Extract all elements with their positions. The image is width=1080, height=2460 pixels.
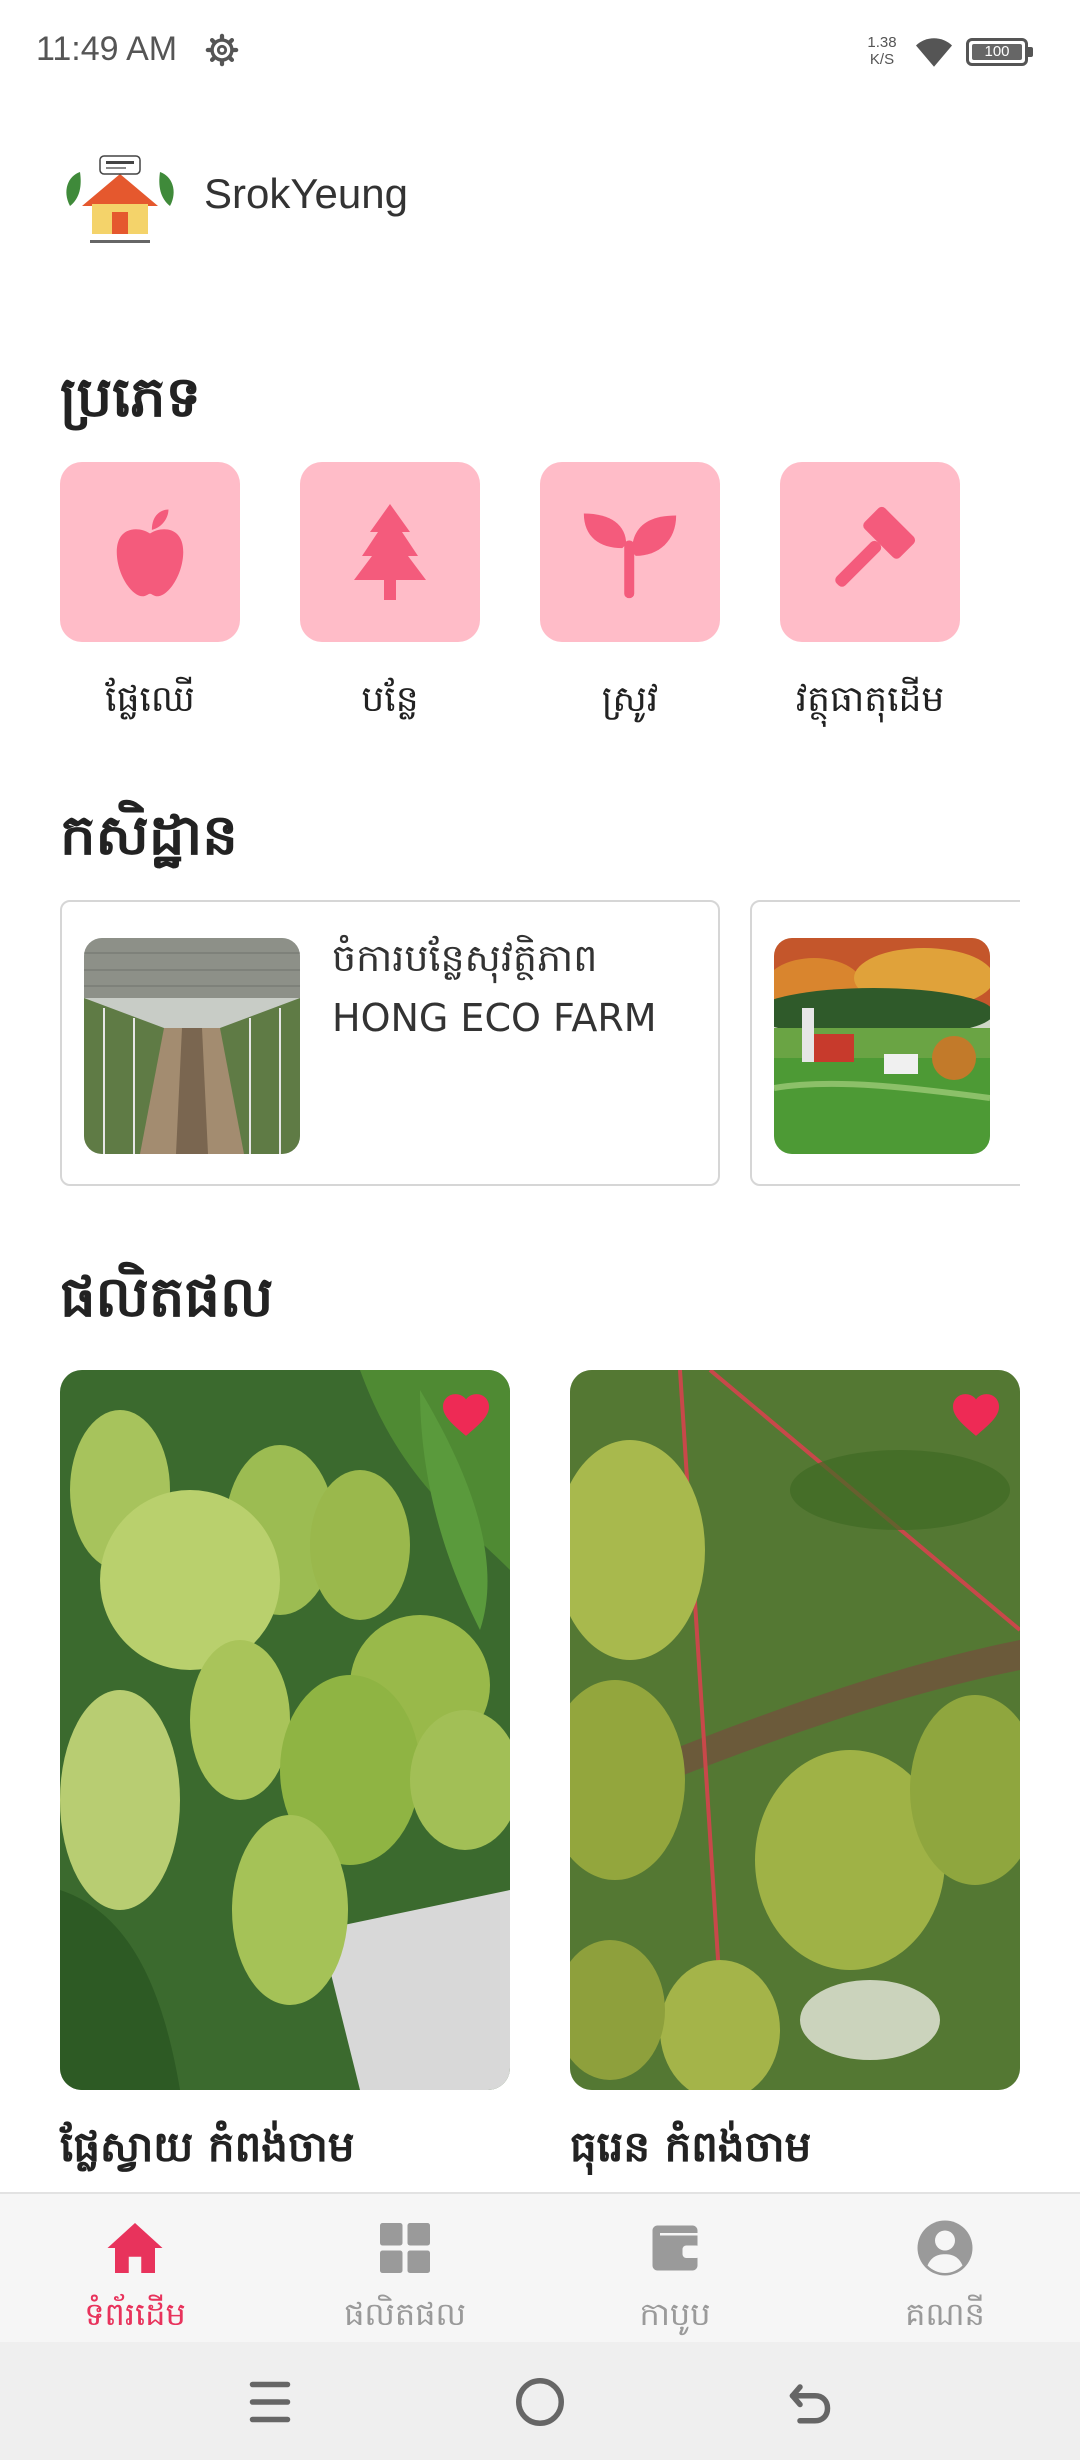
category-label: ស្រូវ — [601, 679, 659, 720]
farm-name: ចំការបន្លែសុវត្ថិភាព HONG ECO FARM — [332, 936, 657, 1040]
bottom-navigation: ទំព័រដើម ផលិតផល កាបូប គណនី — [0, 2192, 1080, 2344]
nav-home[interactable]: ទំព័រដើម — [0, 2194, 270, 2344]
nav-account[interactable]: គណនី — [810, 2194, 1080, 2344]
hammer-icon — [835, 506, 916, 587]
products-title: ផលិតផល — [60, 1265, 274, 1330]
apple-icon — [116, 509, 184, 597]
status-time: 11:49 AM — [36, 30, 178, 68]
nav-wallet[interactable]: កាបូប — [540, 2194, 810, 2344]
account-icon — [917, 2220, 973, 2276]
wallet-icon — [652, 2225, 700, 2271]
app-title: SrokYeung — [204, 170, 408, 217]
gear-icon — [205, 33, 239, 67]
product-image — [570, 1370, 1020, 2090]
product-card[interactable]: ផ្លែស្វាយ កំពង់ចាម — [60, 1370, 510, 2182]
product-name: ធុរេន កំពង់ចាម — [570, 2122, 812, 2171]
category-label: បន្លែ — [361, 679, 419, 720]
farm-card[interactable]: ចំការបន្លែសុវត្ថិភាព HONG ECO FARM — [60, 900, 720, 1186]
sprout-icon — [583, 513, 677, 599]
category-vegetable[interactable]: បន្លែ — [300, 462, 480, 729]
farm-card[interactable] — [750, 900, 1020, 1186]
nav-label: គណនី — [905, 2295, 985, 2333]
nav-label: ផលិតផល — [344, 2295, 466, 2333]
home-icon — [107, 2223, 163, 2273]
farm-image — [84, 938, 300, 1154]
battery-icon: 100 — [966, 38, 1033, 66]
category-rice[interactable]: ស្រូវ — [540, 462, 720, 729]
home-circle-icon[interactable] — [510, 2372, 570, 2432]
grid-icon — [380, 2223, 430, 2273]
category-tile[interactable] — [300, 462, 480, 642]
network-speed: 1.38 K/S — [867, 34, 897, 68]
categories-title: ប្រភេទ — [60, 365, 202, 430]
product-name: ផ្លែស្វាយ កំពង់ចាម — [60, 2122, 355, 2171]
product-card[interactable]: ធុរេន កំពង់ចាម — [570, 1370, 1020, 2182]
back-icon[interactable] — [780, 2372, 840, 2432]
category-label: ផ្លែឈើ — [105, 679, 195, 720]
status-bar: 11:49 AM 1.38 K/S 100 — [0, 0, 1080, 110]
category-fruit[interactable]: ផ្លែឈើ — [60, 462, 240, 729]
category-label: វត្ថុធាតុដើម — [795, 679, 945, 720]
category-materials[interactable]: វត្ថុធាតុដើម — [780, 462, 960, 729]
nav-products[interactable]: ផលិតផល — [270, 2194, 540, 2344]
category-tile[interactable] — [540, 462, 720, 642]
nav-label: កាបូប — [639, 2295, 711, 2333]
farm-image — [774, 938, 990, 1154]
category-tile[interactable] — [780, 462, 960, 642]
system-navigation-bar — [0, 2342, 1080, 2460]
tree-icon — [354, 504, 426, 600]
wifi-icon — [916, 38, 952, 67]
product-image — [60, 1370, 510, 2090]
farm-carousel[interactable]: ចំការបន្លែសុវត្ថិភាព HONG ECO FARM — [60, 900, 1020, 1190]
menu-icon[interactable] — [240, 2372, 300, 2432]
farms-title: កសិដ្ឋាន — [60, 803, 238, 868]
nav-label: ទំព័រដើម — [84, 2295, 186, 2333]
category-tile[interactable] — [60, 462, 240, 642]
srokyeung-logo-icon — [66, 155, 174, 243]
favorite-heart-icon[interactable] — [950, 1392, 1002, 1438]
favorite-heart-icon[interactable] — [440, 1392, 492, 1438]
